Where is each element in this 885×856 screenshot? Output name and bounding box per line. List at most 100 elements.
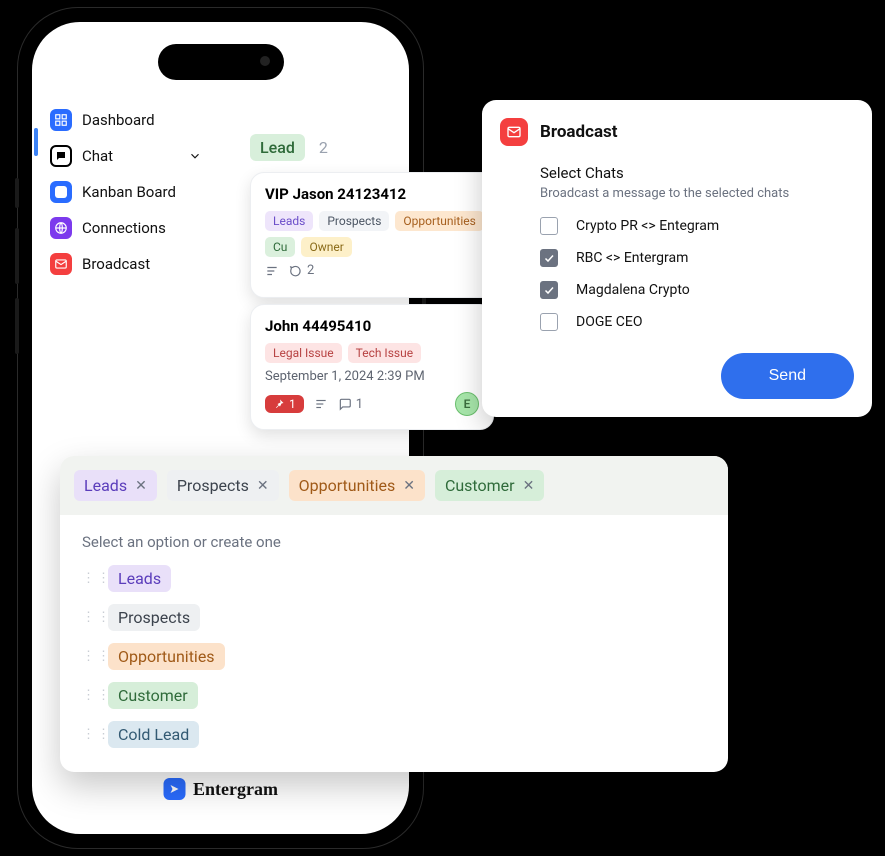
pin-count: 1: [289, 397, 296, 411]
checkbox[interactable]: [540, 217, 558, 235]
tag-tech: Tech Issue: [348, 343, 421, 363]
chip-label: Prospects: [177, 476, 249, 495]
comments-count: 2: [307, 263, 314, 278]
kanban-card[interactable]: VIP Jason 24123412 Leads Prospects Oppor…: [250, 172, 500, 298]
dashboard-icon: [50, 109, 72, 131]
drag-handle-icon[interactable]: ⋮⋮: [82, 688, 94, 703]
card-tags: Legal Issue Tech Issue: [265, 343, 479, 363]
card-datetime: September 1, 2024 2:39 PM: [265, 369, 479, 384]
broadcast-chat-list: Crypto PR <> Entegram RBC <> Entergram M…: [540, 217, 854, 331]
card-tags: Leads Prospects Opportunities Cu Owner: [265, 211, 485, 257]
broadcast-hint: Broadcast a message to the selected chat…: [540, 186, 854, 201]
remove-icon[interactable]: ✕: [523, 478, 535, 494]
sidebar-item-connections[interactable]: Connections: [44, 210, 206, 246]
chat-label: Magdalena Crypto: [576, 282, 690, 298]
option-label: Customer: [108, 682, 198, 709]
chat-row[interactable]: RBC <> Entergram: [540, 249, 854, 267]
sidebar-item-kanban[interactable]: Kanban Board: [44, 174, 206, 210]
drag-handle-icon[interactable]: ⋮⋮: [82, 649, 94, 664]
tag-picker-body: Select an option or create one ⋮⋮ Leads …: [60, 515, 728, 772]
tag-option[interactable]: ⋮⋮ Leads: [76, 559, 712, 598]
tag-opportunities: Opportunities: [395, 211, 483, 231]
comments-icon[interactable]: 1: [338, 397, 363, 412]
sidebar-item-label: Broadcast: [82, 255, 150, 273]
chat-label: DOGE CEO: [576, 314, 643, 330]
sidebar-item-dashboard[interactable]: Dashboard: [44, 102, 206, 138]
brand-name: Entergram: [193, 779, 278, 800]
drag-handle-icon[interactable]: ⋮⋮: [82, 610, 94, 625]
tag-leads: Leads: [265, 211, 313, 231]
column-header: Lead 2: [250, 134, 328, 161]
tag-prospects: Prospects: [319, 211, 389, 231]
column-name: Lead: [250, 134, 305, 161]
drag-handle-icon[interactable]: ⋮⋮: [82, 727, 94, 742]
remove-icon[interactable]: ✕: [257, 478, 269, 494]
broadcast-actions: Send: [500, 353, 854, 399]
sidebar-item-label: Connections: [82, 219, 166, 237]
card-title: VIP Jason 24123412: [265, 185, 485, 203]
send-button[interactable]: Send: [721, 353, 854, 399]
tag-picker-hint: Select an option or create one: [76, 525, 712, 559]
chat-label: RBC <> Entergram: [576, 250, 688, 266]
remove-icon[interactable]: ✕: [403, 478, 415, 494]
sidebar-item-broadcast[interactable]: Broadcast: [44, 246, 206, 282]
checkbox[interactable]: [540, 281, 558, 299]
broadcast-title: Broadcast: [540, 122, 618, 142]
phone-notch: [158, 44, 284, 80]
card-avatar: E: [455, 392, 479, 416]
chat-icon: [50, 145, 72, 167]
phone-side-button: [15, 298, 19, 354]
tag-picker-panel: Leads ✕ Prospects ✕ Opportunities ✕ Cust…: [60, 456, 728, 772]
tag-picker-selected-row[interactable]: Leads ✕ Prospects ✕ Opportunities ✕ Cust…: [60, 456, 728, 515]
kanban-icon: [50, 181, 72, 203]
phone-side-button: [15, 178, 19, 208]
sidebar-item-label: Dashboard: [82, 111, 155, 129]
chip-customer[interactable]: Customer ✕: [435, 470, 544, 501]
kanban-card[interactable]: John 44495410 Legal Issue Tech Issue Sep…: [250, 304, 494, 430]
card-footer: 1 1 E: [265, 392, 479, 416]
option-label: Leads: [108, 565, 171, 592]
option-label: Prospects: [108, 604, 200, 631]
broadcast-panel: Broadcast Select Chats Broadcast a messa…: [482, 100, 872, 417]
remove-icon[interactable]: ✕: [135, 478, 147, 494]
brand: Entergram: [163, 778, 278, 800]
sidebar-nav: Dashboard Chat Kanban Board Connection: [38, 102, 206, 282]
chat-row[interactable]: Magdalena Crypto: [540, 281, 854, 299]
tag-option[interactable]: ⋮⋮ Customer: [76, 676, 712, 715]
chip-label: Customer: [445, 476, 515, 495]
drag-handle-icon[interactable]: ⋮⋮: [82, 571, 94, 586]
chat-row[interactable]: Crypto PR <> Entegram: [540, 217, 854, 235]
sidebar-item-chat[interactable]: Chat: [44, 138, 206, 174]
chip-leads[interactable]: Leads ✕: [74, 470, 157, 501]
tag-option[interactable]: ⋮⋮ Cold Lead: [76, 715, 712, 754]
mail-icon: [50, 253, 72, 275]
checkbox[interactable]: [540, 313, 558, 331]
chip-prospects[interactable]: Prospects ✕: [167, 470, 279, 501]
broadcast-header: Broadcast: [500, 118, 854, 146]
option-label: Cold Lead: [108, 721, 199, 748]
chat-label: Crypto PR <> Entegram: [576, 218, 719, 234]
comments-icon[interactable]: 2: [289, 263, 314, 278]
tag-owner: Owner: [301, 237, 351, 257]
chat-row[interactable]: DOGE CEO: [540, 313, 854, 331]
checkbox[interactable]: [540, 249, 558, 267]
phone-side-button: [15, 228, 19, 284]
tag-option[interactable]: ⋮⋮ Prospects: [76, 598, 712, 637]
notes-icon: [265, 264, 279, 278]
pin-badge: 1: [265, 395, 304, 413]
mail-icon: [500, 118, 528, 146]
notes-icon: [314, 397, 328, 411]
card-title: John 44495410: [265, 317, 479, 335]
chip-label: Opportunities: [299, 476, 396, 495]
chevron-down-icon: [188, 149, 202, 163]
chip-opportunities[interactable]: Opportunities ✕: [289, 470, 425, 501]
globe-icon: [50, 217, 72, 239]
tag-option[interactable]: ⋮⋮ Opportunities: [76, 637, 712, 676]
chip-label: Leads: [84, 476, 127, 495]
sidebar-item-label: Chat: [82, 147, 113, 165]
sidebar-item-label: Kanban Board: [82, 183, 176, 201]
card-footer: 2: [265, 263, 485, 278]
tag-customer: Cu: [265, 237, 295, 257]
tag-legal: Legal Issue: [265, 343, 342, 363]
column-count: 2: [319, 138, 328, 157]
